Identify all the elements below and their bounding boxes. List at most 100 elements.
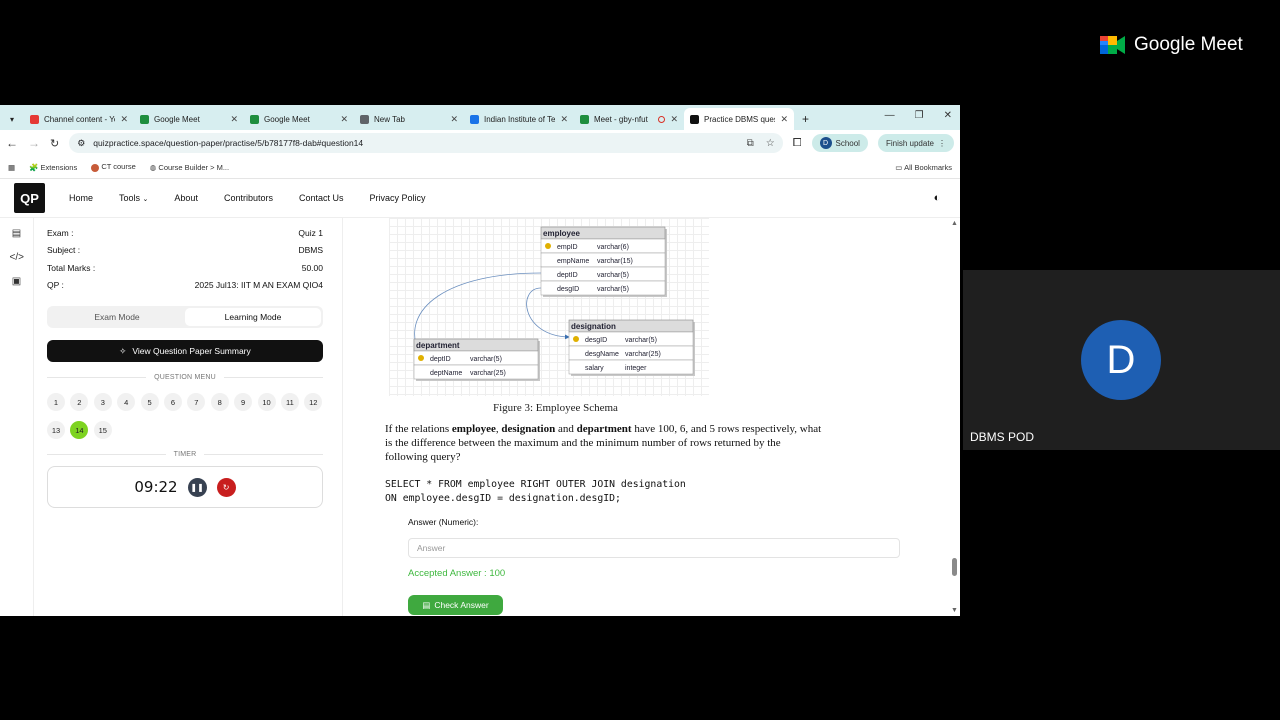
tab-search-chevron-icon[interactable]: ▾ [0, 108, 24, 130]
question-button-15[interactable]: 15 [93, 421, 112, 439]
scroll-up-icon[interactable]: ▲ [951, 220, 958, 227]
schema-svg: employee empID varchar(6) empName varchar(15… [413, 226, 695, 381]
close-window-icon[interactable]: ✕ [944, 110, 952, 121]
nav-privacy-policy[interactable]: Privacy Policy [370, 193, 426, 203]
nav-tools[interactable]: Tools ⌄ [119, 193, 148, 203]
close-icon[interactable]: ✕ [230, 114, 238, 125]
view-summary-button[interactable]: ✧ View Question Paper Summary [47, 340, 323, 362]
site-navbar: QP Home Tools ⌄ About Contributors Conta… [0, 179, 960, 218]
calculator-icon[interactable]: ▤ [10, 228, 24, 242]
new-tab-plus-icon[interactable]: + [794, 108, 817, 130]
answer-input[interactable] [408, 538, 900, 558]
close-icon[interactable]: ✕ [670, 114, 678, 125]
google-meet-logo: Google Meet [1100, 34, 1243, 56]
table-title: designation [571, 322, 616, 331]
finish-update-button[interactable]: Finish update ⋮ [877, 134, 954, 152]
ct-course-icon [91, 163, 100, 172]
recording-icon [658, 115, 666, 123]
forward-arrow-icon[interactable]: → [28, 136, 40, 150]
nav-contact-us[interactable]: Contact Us [299, 193, 344, 203]
department-table: department deptID varchar(5) deptName varcha… [413, 338, 540, 381]
check-answer-button[interactable]: ▤ Check Answer [408, 595, 503, 615]
sql-query: SELECT * FROM employee RIGHT OUTER JOIN … [385, 479, 686, 504]
question-button-14[interactable]: 14 [70, 421, 89, 439]
meet-icon [140, 114, 149, 124]
sparkle-icon: ✧ [119, 345, 127, 356]
timer-value: 09:22 [134, 478, 178, 496]
close-icon[interactable]: ✕ [560, 114, 568, 125]
participant-name: DBMS POD [970, 430, 1035, 444]
all-bookmarks[interactable]: ▭ All Bookmarks [895, 163, 952, 172]
tab-youtube[interactable]: Channel content - YouTube✕ [24, 108, 134, 130]
scrollbar-thumb[interactable] [952, 558, 957, 576]
meet-icon [250, 114, 259, 124]
question-button-13[interactable]: 13 [47, 421, 65, 439]
globe-icon: ◍ [149, 162, 157, 172]
designation-table: designation desgID varchar(5) desgName varch… [568, 319, 695, 376]
bookmark-ct-course[interactable]: CT course [91, 162, 136, 172]
scroll-down-icon[interactable]: ▼ [951, 607, 958, 614]
nav-home[interactable]: Home [69, 193, 93, 203]
bookmark-extensions[interactable]: 🧩 Extensions [29, 163, 77, 172]
nav-contributors[interactable]: Contributors [224, 193, 273, 203]
question-button-8[interactable]: 8 [210, 393, 229, 411]
exam-mode-button[interactable]: Exam Mode [49, 308, 185, 326]
exam-info-panel: Exam : Quiz 1 Subject : DBMS Total Marks :… [47, 218, 323, 508]
question-area: employee empID varchar(6) empName varchar(15… [343, 218, 950, 616]
back-arrow-icon[interactable]: ← [6, 136, 18, 150]
pause-icon[interactable]: ❚❚ [187, 477, 207, 497]
qp-logo[interactable]: QP [14, 183, 45, 213]
question-button-9[interactable]: 9 [234, 393, 253, 411]
question-button-3[interactable]: 3 [93, 393, 112, 411]
tab-practice-dbms[interactable]: Practice DBMS questions✕ [684, 108, 794, 130]
question-menu: 1 2 3 4 5 6 7 8 9 10 11 12 13 14 15 [47, 393, 323, 439]
question-button-6[interactable]: 6 [163, 393, 182, 411]
question-button-7[interactable]: 7 [187, 393, 206, 411]
qp-icon [690, 114, 699, 124]
close-icon[interactable]: ✕ [120, 114, 128, 125]
question-button-4[interactable]: 4 [117, 393, 136, 411]
minimize-icon[interactable]: — [885, 110, 895, 121]
column-name: desgID [585, 337, 607, 344]
question-button-10[interactable]: 10 [257, 393, 276, 411]
column-type: varchar(5) [597, 272, 629, 279]
site-info-icon[interactable]: ⚙ [77, 138, 85, 149]
tab-google-meet-2[interactable]: Google Meet ✕ [244, 108, 354, 130]
restore-icon[interactable]: ❐ [915, 110, 924, 121]
nav-about[interactable]: About [174, 193, 198, 203]
url-text[interactable]: quizpractice.space/question-paper/practi… [93, 138, 363, 148]
code-icon[interactable]: </> [10, 252, 24, 266]
page-scrollbar[interactable]: ▲ ▼ [950, 218, 960, 616]
tab-meet-call[interactable]: Meet - gby-nfut ✕ [574, 108, 684, 130]
column-type: varchar(5) [625, 337, 657, 344]
close-icon[interactable]: ✕ [780, 114, 788, 125]
question-button-11[interactable]: 11 [280, 393, 299, 411]
learning-mode-button[interactable]: Learning Mode [185, 308, 321, 326]
tab-new-tab[interactable]: New Tab ✕ [354, 108, 464, 130]
question-button-1[interactable]: 1 [47, 393, 65, 411]
meet-camera-icon [1100, 36, 1125, 54]
tab-iit[interactable]: Indian Institute of Technology✕ [464, 108, 574, 130]
subject-row: Subject : DBMS [47, 245, 323, 256]
apps-grid-icon[interactable]: ▦ [8, 163, 15, 172]
theme-toggle-icon[interactable]: ◐ [928, 189, 946, 207]
reset-icon[interactable]: ↻ [216, 477, 236, 497]
participant-tile[interactable]: D DBMS POD [963, 270, 1280, 450]
extensions-puzzle-icon[interactable]: ⧠ [793, 137, 802, 150]
column-type: varchar(25) [470, 370, 506, 377]
reload-icon[interactable]: ↻ [50, 137, 59, 150]
question-button-5[interactable]: 5 [140, 393, 159, 411]
tab-google-meet[interactable]: Google Meet ✕ [134, 108, 244, 130]
question-button-2[interactable]: 2 [70, 393, 89, 411]
meet-logo-text: Google Meet [1134, 34, 1243, 55]
notebook-icon[interactable]: ▣ [10, 276, 24, 290]
bookmark-star-icon[interactable]: ☆ [766, 138, 775, 149]
profile-button[interactable]: D School [811, 134, 868, 152]
install-app-icon[interactable]: ⧉ [747, 138, 754, 149]
bookmark-course-builder[interactable]: ◍ Course Builder > M... [150, 163, 229, 172]
url-bar[interactable]: ⚙ quizpractice.space/question-paper/prac… [69, 133, 783, 153]
question-button-12[interactable]: 12 [304, 393, 323, 411]
table-title: employee [543, 229, 580, 238]
close-icon[interactable]: ✕ [340, 114, 348, 125]
close-icon[interactable]: ✕ [450, 114, 458, 125]
